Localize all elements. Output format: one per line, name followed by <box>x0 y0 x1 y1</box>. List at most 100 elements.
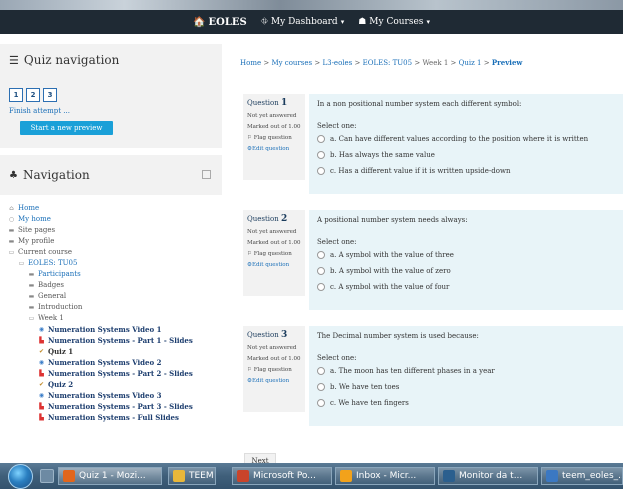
nav-item-slides-1[interactable]: ▙ Numeration Systems - Part 1 - Slides <box>38 336 193 345</box>
nav-item-label: Numeration Systems - Full Slides <box>48 413 179 422</box>
question-marked: Marked out of 1.00 <box>247 240 301 246</box>
nav-item-home[interactable]: ⌂ Home <box>8 204 39 212</box>
breadcrumb-current: Preview <box>491 58 523 67</box>
edit-question-link[interactable]: ⚙Edit question <box>247 146 301 152</box>
start-new-preview-button[interactable]: Start a new preview <box>20 121 113 135</box>
radio-button[interactable] <box>317 267 325 275</box>
answer-option[interactable]: c. We have ten fingers <box>317 399 615 407</box>
edit-question-link[interactable]: ⚙Edit question <box>247 378 301 384</box>
radio-button[interactable] <box>317 151 325 159</box>
nav-item-badges[interactable]: ▬ Badges <box>28 281 64 289</box>
taskbar-item[interactable]: Microsoft Po... <box>232 467 332 485</box>
taskbar-item[interactable]: Monitor da t... <box>438 467 538 485</box>
nav-item-my-home[interactable]: ○ My home <box>8 215 51 223</box>
nav-item-video-3[interactable]: ◉ Numeration Systems Video 3 <box>38 391 162 400</box>
nav-item-site-pages[interactable]: ▬ Site pages <box>8 226 55 234</box>
nav-item-slides-3[interactable]: ▙ Numeration Systems - Part 3 - Slides <box>38 402 193 411</box>
taskbar-item[interactable]: Inbox - Micr... <box>335 467 435 485</box>
answer-option[interactable]: b. A symbol with the value of zero <box>317 267 615 275</box>
dock-block-icon[interactable] <box>202 170 211 179</box>
breadcrumb-l3-eoles[interactable]: L3-eoles <box>322 59 352 67</box>
nav-item-introduction[interactable]: ▬ Introduction <box>28 303 83 311</box>
nav-item-label: My home <box>18 215 51 223</box>
folder-icon: ▬ <box>28 281 35 289</box>
pdf-icon: ▙ <box>39 403 44 410</box>
question-button-1[interactable]: 1 <box>9 88 23 102</box>
nav-item-general[interactable]: ▬ General <box>28 292 67 300</box>
answer-text: a. The moon has ten different phases in … <box>330 367 495 375</box>
question-marked: Marked out of 1.00 <box>247 356 301 362</box>
answer-text: c. A symbol with the value of four <box>330 283 450 291</box>
edit-label: Edit question <box>251 378 290 384</box>
taskbar-item[interactable]: Quiz 1 - Mozi... <box>58 467 162 485</box>
question-button-2[interactable]: 2 <box>26 88 40 102</box>
nav-item-slides-2[interactable]: ▙ Numeration Systems - Part 2 - Slides <box>38 369 193 378</box>
finish-attempt-link[interactable]: Finish attempt ... <box>9 107 70 115</box>
sitemap-icon: ♣ <box>9 169 18 181</box>
radio-button[interactable] <box>317 367 325 375</box>
answer-option[interactable]: a. A symbol with the value of three <box>317 251 615 259</box>
breadcrumb-week[interactable]: Week 1 <box>422 59 448 67</box>
question-number-value: 2 <box>281 214 288 224</box>
taskbar-item[interactable]: TEEM <box>168 467 216 485</box>
nav-item-full-slides[interactable]: ▙ Numeration Systems - Full Slides <box>38 413 179 422</box>
video-icon: ◉ <box>38 359 45 366</box>
courses-icon: ☗ <box>358 17 367 27</box>
window-icon <box>546 470 558 482</box>
answer-option[interactable]: c. A symbol with the value of four <box>317 283 615 291</box>
nav-item-week-1[interactable]: ▭ Week 1 <box>28 314 64 322</box>
answer-option[interactable]: a. The moon has ten different phases in … <box>317 367 615 375</box>
nav-item-video-2[interactable]: ◉ Numeration Systems Video 2 <box>38 358 162 367</box>
question-number: Question 2 <box>247 214 301 224</box>
header-banner <box>0 0 623 10</box>
taskbar-item-label: TEEM <box>189 471 214 481</box>
circle-icon: ○ <box>8 215 15 223</box>
nav-item-quiz-1[interactable]: ✔ Quiz 1 <box>38 347 73 356</box>
dashboard-menu[interactable]: ⛗ My Dashboard ▾ <box>261 17 345 27</box>
show-desktop-icon[interactable] <box>40 469 54 483</box>
nav-item-quiz-2[interactable]: ✔ Quiz 2 <box>38 380 73 389</box>
nav-item-label: Week 1 <box>38 314 64 322</box>
answer-option[interactable]: b. We have ten toes <box>317 383 615 391</box>
answer-option[interactable]: c. Has a different value if it is writte… <box>317 167 615 175</box>
breadcrumb-separator: > <box>450 59 457 67</box>
breadcrumb-course[interactable]: EOLES: TU05 <box>363 59 412 67</box>
nav-item-course[interactable]: ▭ EOLES: TU05 <box>18 259 78 267</box>
nav-item-video-1[interactable]: ◉ Numeration Systems Video 1 <box>38 325 162 334</box>
radio-button[interactable] <box>317 167 325 175</box>
quiz-icon: ✔ <box>38 348 45 355</box>
radio-button[interactable] <box>317 251 325 259</box>
breadcrumb-home[interactable]: Home <box>240 59 261 67</box>
question-text: In a non positional number system each d… <box>317 100 522 108</box>
start-button-icon[interactable] <box>8 464 33 489</box>
taskbar-item[interactable]: teem_eoles_... <box>541 467 623 485</box>
question-status: Not yet answered <box>247 113 297 119</box>
edit-question-link[interactable]: ⚙Edit question <box>247 262 301 268</box>
home-icon: ⌂ <box>9 204 14 212</box>
flag-question[interactable]: ⚐ Flag question <box>247 367 301 373</box>
answer-option[interactable]: a. Can have different values according t… <box>317 135 615 143</box>
radio-button[interactable] <box>317 283 325 291</box>
breadcrumb-my-courses[interactable]: My courses <box>271 59 312 67</box>
breadcrumb: Home > My courses > L3-eoles > EOLES: TU… <box>240 58 522 67</box>
courses-menu[interactable]: ☗ My Courses ▾ <box>358 17 430 27</box>
taskbar-item-label: Microsoft Po... <box>253 471 316 481</box>
question-button-3[interactable]: 3 <box>43 88 57 102</box>
nav-item-my-profile[interactable]: ▬ My profile <box>8 237 55 245</box>
flag-question[interactable]: ⚐ Flag question <box>247 135 301 141</box>
breadcrumb-quiz[interactable]: Quiz 1 <box>459 59 482 67</box>
home-link[interactable]: 🏠 EOLES <box>193 17 247 28</box>
nav-item-label: Numeration Systems Video 2 <box>48 358 162 367</box>
caret-down-icon: ▾ <box>340 18 345 26</box>
radio-button[interactable] <box>317 399 325 407</box>
answer-option[interactable]: b. Has always the same value <box>317 151 615 159</box>
flag-question[interactable]: ⚐ Flag question <box>247 251 301 257</box>
answer-text: a. A symbol with the value of three <box>330 251 454 259</box>
nav-item-current-course[interactable]: ▭ Current course <box>8 248 72 256</box>
question-2-content: A positional number system needs always:… <box>309 210 623 310</box>
question-number-value: 3 <box>281 330 288 340</box>
radio-button[interactable] <box>317 383 325 391</box>
nav-item-participants[interactable]: ▬ Participants <box>28 270 81 278</box>
radio-button[interactable] <box>317 135 325 143</box>
brand-label: EOLES <box>208 16 247 28</box>
